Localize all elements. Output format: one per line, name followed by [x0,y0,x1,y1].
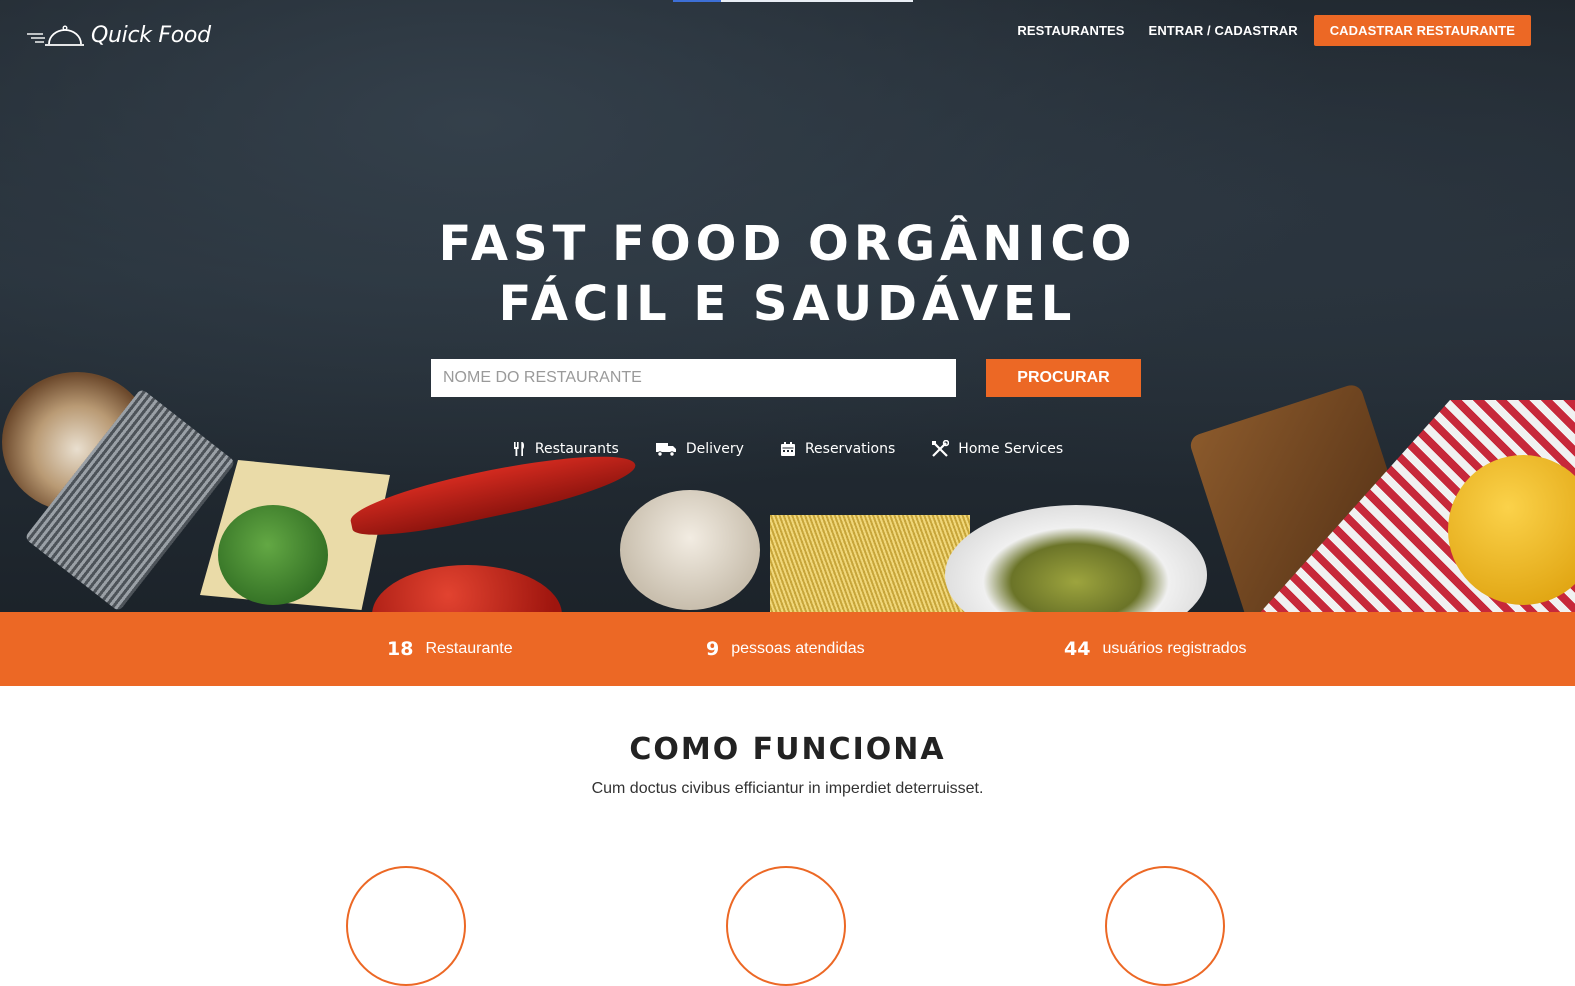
hero-section: Quick Food RESTAURANTES ENTRAR / CADASTR… [0,0,1575,612]
headline-line-1: FAST FOOD ORGÂNICO [438,216,1137,272]
stat-people-served: 9 pessoas atendidas [706,612,865,686]
stat-label: Restaurante [425,640,513,657]
stat-number: 18 [387,638,414,660]
headline-line-2: FÁCIL E SAUDÁVEL [498,276,1077,332]
stat-number: 9 [706,638,720,660]
restaurant-search-input[interactable] [431,359,956,397]
stat-registered-users: 44 usuários registrados [1064,612,1247,686]
service-label: Delivery [685,441,744,457]
search-button[interactable]: PROCURAR [986,359,1141,397]
logo[interactable]: Quick Food [25,18,211,52]
garlic-decoration [620,490,760,610]
top-nav: RESTAURANTES ENTRAR / CADASTRAR CADASTRA… [993,15,1531,46]
service-label: Restaurants [534,441,619,457]
service-links: Restaurants Delivery Reservations Home S… [0,437,1575,461]
service-home-services[interactable]: Home Services [931,437,1063,461]
nav-login-link[interactable]: ENTRAR / CADASTRAR [1149,23,1298,38]
brand-name: Quick Food [91,22,211,48]
service-delivery[interactable]: Delivery [655,437,744,461]
search-form: PROCURAR [431,359,1141,397]
cloche-icon [27,25,84,46]
hero-headline: FAST FOOD ORGÂNICO FÁCIL E SAUDÁVEL [0,214,1575,334]
service-restaurants[interactable]: Restaurants [512,437,619,461]
olives-bowl-decoration [945,505,1207,612]
step-circle-1 [346,866,466,986]
utensils-icon [513,442,524,456]
register-restaurant-button[interactable]: CADASTRAR RESTAURANTE [1313,15,1531,46]
step-circle-2 [726,866,846,986]
how-it-works-title: COMO FUNCIONA [629,732,946,767]
how-it-works-subtitle: Cum doctus civibus efficiantur in imperd… [591,780,984,797]
stats-bar: 18 Restaurante 9 pessoas atendidas 44 us… [0,612,1575,686]
stat-number: 44 [1064,638,1091,660]
tools-icon [932,440,950,457]
service-label: Home Services [958,441,1064,457]
pasta-decoration [770,515,970,612]
progress-fill [673,0,721,2]
stat-label: pessoas atendidas [731,640,865,657]
stat-label: usuários registrados [1102,640,1247,657]
truck-icon [655,443,676,457]
basil-decoration [218,505,328,605]
service-reservations[interactable]: Reservations [780,437,895,461]
step-circle-3 [1105,866,1225,986]
service-label: Reservations [804,441,896,457]
calendar-icon [780,442,795,456]
pepper-decoration [372,565,562,612]
nav-restaurants-link[interactable]: RESTAURANTES [1017,23,1124,38]
stat-restaurants: 18 Restaurante [387,612,513,686]
page-load-progress [673,0,913,2]
